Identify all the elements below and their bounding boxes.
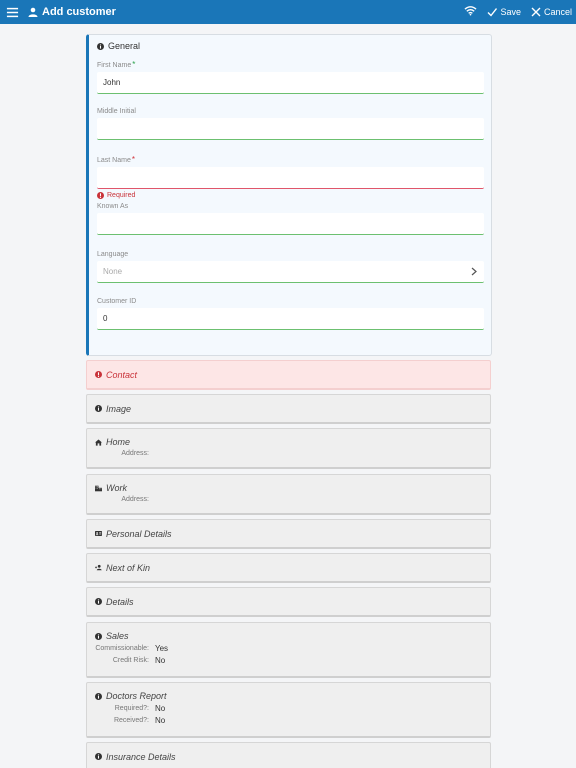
image-section[interactable]: Image xyxy=(86,394,491,424)
doctors-report-section[interactable]: Doctors Report Required?: No Received?: … xyxy=(86,682,491,738)
info-icon xyxy=(97,42,104,50)
doctors-required-row: Required?: No xyxy=(95,704,482,713)
checkmark-icon xyxy=(487,8,498,17)
chevron-right-icon xyxy=(471,267,477,276)
sales-header: Sales xyxy=(95,631,482,641)
customer-form: General First Name* John Middle Initial … xyxy=(86,34,492,768)
details-section[interactable]: Details xyxy=(86,587,491,617)
doctors-received-value: No xyxy=(155,716,166,725)
home-address-label: Address: xyxy=(121,450,149,457)
info-icon xyxy=(95,692,102,700)
sales-title: Sales xyxy=(106,631,129,641)
middle-initial-input[interactable] xyxy=(97,118,484,140)
language-field: Language None xyxy=(97,251,484,283)
next-of-kin-title: Next of Kin xyxy=(106,562,151,573)
next-of-kin-section[interactable]: Next of Kin xyxy=(86,553,491,583)
last-name-input[interactable] xyxy=(97,167,484,189)
commissionable-row: Commissionable: Yes xyxy=(95,644,482,653)
language-select[interactable]: None xyxy=(97,261,484,283)
details-title: Details xyxy=(106,596,134,607)
insurance-details-header: Insurance Details xyxy=(95,743,176,768)
doctors-received-label: Received?: xyxy=(113,717,149,724)
home-header: Home xyxy=(95,437,482,447)
middle-initial-label: Middle Initial xyxy=(97,108,136,115)
work-header: Work xyxy=(95,483,482,493)
doctors-report-header: Doctors Report xyxy=(95,691,482,701)
building-icon xyxy=(95,485,102,491)
middle-initial-field: Middle Initial xyxy=(97,108,484,140)
info-icon xyxy=(95,632,102,640)
last-name-label: Last Name* xyxy=(97,155,135,164)
doctors-report-title: Doctors Report xyxy=(106,691,167,701)
personal-details-section[interactable]: Personal Details xyxy=(86,519,491,549)
language-label: Language xyxy=(97,251,129,258)
contact-section[interactable]: Contact xyxy=(86,360,491,390)
page-title: Add customer xyxy=(42,6,116,18)
id-card-icon xyxy=(95,531,102,536)
menu-button[interactable] xyxy=(0,0,24,24)
doctors-required-value: No xyxy=(155,704,166,713)
known-as-input[interactable] xyxy=(97,213,484,235)
work-address-label: Address: xyxy=(121,496,149,503)
cancel-label: Cancel xyxy=(543,7,572,17)
home-title: Home xyxy=(106,437,131,447)
customer-id-input[interactable]: 0 xyxy=(97,308,484,330)
work-title: Work xyxy=(106,483,127,493)
known-as-label: Known As xyxy=(97,203,129,210)
insurance-details-title: Insurance Details xyxy=(106,751,176,762)
doctors-received-row: Received?: No xyxy=(95,716,482,725)
image-header: Image xyxy=(95,395,131,422)
customer-id-field: Customer ID 0 xyxy=(97,298,484,330)
hamburger-icon xyxy=(6,7,18,17)
credit-risk-label: Credit Risk: xyxy=(112,657,149,664)
connection-status xyxy=(464,3,477,21)
home-icon xyxy=(95,438,102,446)
add-person-icon xyxy=(95,564,102,571)
app-bar: Add customer Save Cancel xyxy=(0,0,576,24)
personal-details-header: Personal Details xyxy=(95,520,172,547)
credit-risk-value: No xyxy=(155,656,166,665)
customer-id-label: Customer ID xyxy=(97,298,137,305)
close-icon xyxy=(531,7,541,17)
first-name-label: First Name* xyxy=(97,60,136,69)
first-name-input[interactable]: John xyxy=(97,72,484,94)
contact-header: Contact xyxy=(95,361,137,388)
contact-title: Contact xyxy=(106,369,138,380)
info-icon xyxy=(95,405,102,412)
first-name-field: First Name* John xyxy=(97,60,484,94)
known-as-field: Known As xyxy=(97,203,484,235)
general-header[interactable]: General xyxy=(97,41,483,51)
next-of-kin-header: Next of Kin xyxy=(95,554,150,581)
commissionable-value: Yes xyxy=(155,644,169,653)
image-title: Image xyxy=(106,403,132,414)
error-icon xyxy=(97,192,104,199)
details-header: Details xyxy=(95,588,134,615)
person-icon xyxy=(28,7,38,17)
personal-details-title: Personal Details xyxy=(106,528,172,539)
last-name-error: Required xyxy=(97,192,484,199)
work-address-row: Address: xyxy=(95,496,482,503)
error-icon xyxy=(95,371,102,378)
last-name-field: Last Name* Required xyxy=(97,155,484,199)
credit-risk-row: Credit Risk: No xyxy=(95,656,482,665)
cancel-button[interactable]: Cancel xyxy=(531,7,572,17)
home-section[interactable]: Home Address: xyxy=(86,428,491,469)
save-button[interactable]: Save xyxy=(487,7,521,17)
work-section[interactable]: Work Address: xyxy=(86,474,491,515)
info-icon xyxy=(95,598,102,605)
save-label: Save xyxy=(500,7,521,17)
info-icon xyxy=(95,753,102,760)
sales-section[interactable]: Sales Commissionable: Yes Credit Risk: N… xyxy=(86,622,491,678)
wifi-icon xyxy=(464,6,477,16)
page-title-group: Add customer xyxy=(28,6,116,18)
doctors-required-label: Required?: xyxy=(114,705,149,712)
home-address-row: Address: xyxy=(95,450,482,457)
language-placeholder: None xyxy=(103,267,123,276)
general-title: General xyxy=(108,41,141,51)
commissionable-label: Commissionable: xyxy=(95,645,149,652)
insurance-details-section[interactable]: Insurance Details xyxy=(86,742,491,768)
general-section: General First Name* John Middle Initial … xyxy=(86,34,492,356)
